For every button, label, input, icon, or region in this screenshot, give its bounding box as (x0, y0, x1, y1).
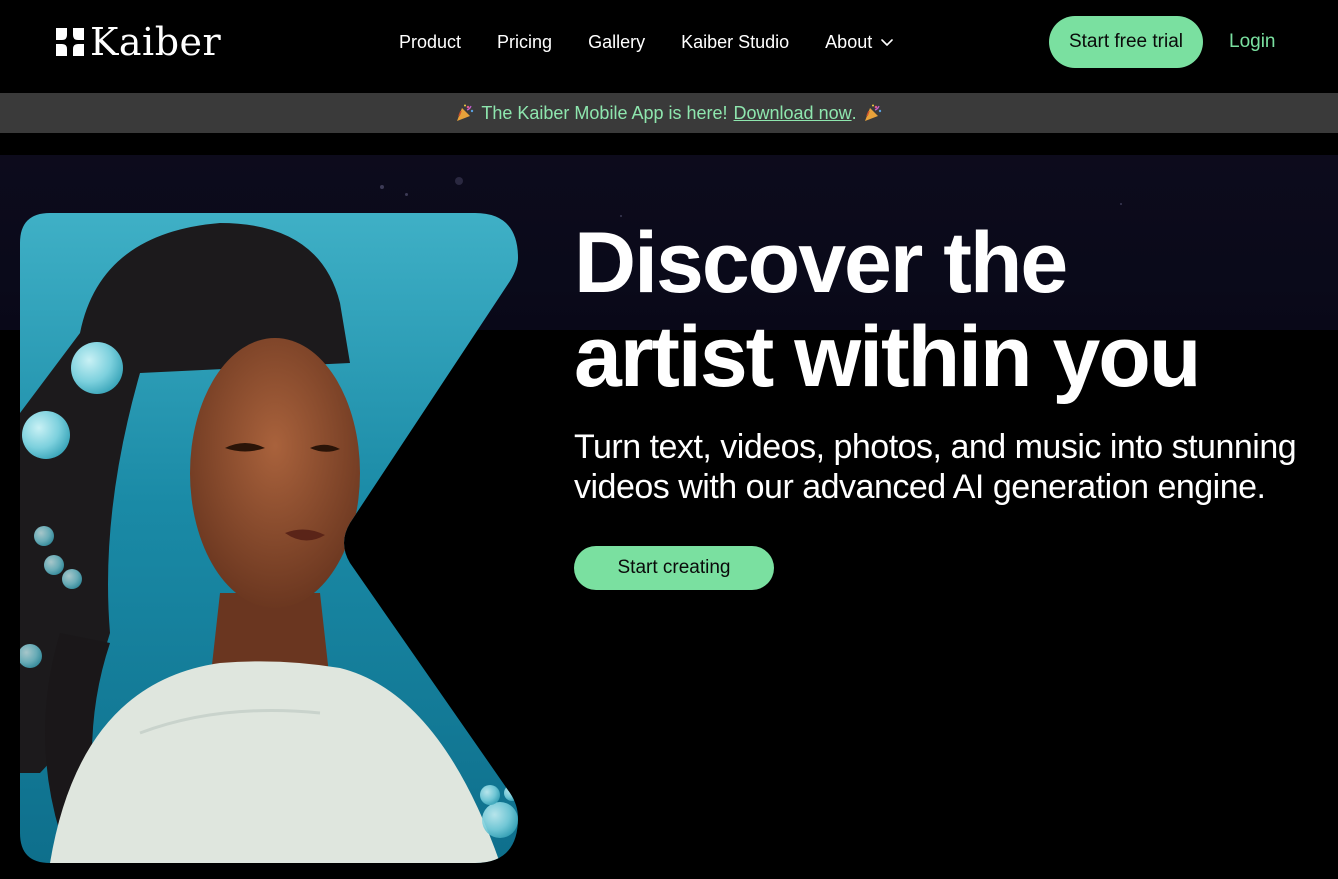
logo-wordmark: Kaiber (90, 20, 222, 64)
headline-line-1: Discover the (574, 215, 1068, 311)
nav-about-label: About (825, 31, 873, 52)
subhead-line-2: videos with our advanced AI generation e… (574, 468, 1266, 506)
announcement-bar: The Kaiber Mobile App is here! Download … (0, 93, 1338, 133)
nav-pricing-label: Pricing (497, 31, 553, 52)
nav-kaiber-studio-label: Kaiber Studio (681, 31, 790, 52)
main-nav: Product Pricing Gallery Kaiber Studio Ab… (399, 30, 930, 54)
nav-product-label: Product (399, 31, 462, 52)
download-now-link[interactable]: Download now (734, 103, 852, 124)
announcement-text: The Kaiber Mobile App is here! (481, 102, 728, 123)
top-navigation: Kaiber Product Pricing Gallery Kaiber St… (0, 0, 1338, 93)
subhead-line-1: Turn text, videos, photos, and music int… (574, 428, 1297, 466)
login-link[interactable]: Login (1229, 30, 1276, 54)
kaiber-logo-icon (56, 28, 84, 56)
kaiber-logo[interactable]: Kaiber (54, 22, 221, 62)
announcement-period: . (851, 102, 857, 123)
nav-about-dropdown[interactable]: About (825, 32, 894, 53)
start-free-trial-button[interactable]: Start free trial (1049, 16, 1203, 68)
party-popper-icon (864, 104, 881, 121)
start-creating-button[interactable]: Start creating (574, 546, 774, 590)
headline-line-2: artist within you (574, 309, 1201, 405)
chevron-down-icon (881, 39, 894, 46)
hero-headline: Discover the artist within you (574, 216, 1314, 404)
nav-gallery-label: Gallery (588, 31, 646, 52)
nav-pricing[interactable]: Pricing (497, 32, 552, 53)
portrait-artwork-image (20, 213, 518, 863)
nav-kaiber-studio[interactable]: Kaiber Studio (681, 32, 789, 53)
nav-gallery[interactable]: Gallery (588, 32, 645, 53)
party-popper-icon (457, 104, 474, 121)
nav-product[interactable]: Product (399, 32, 461, 53)
hero-subheadline: Turn text, videos, photos, and music int… (574, 427, 1304, 507)
